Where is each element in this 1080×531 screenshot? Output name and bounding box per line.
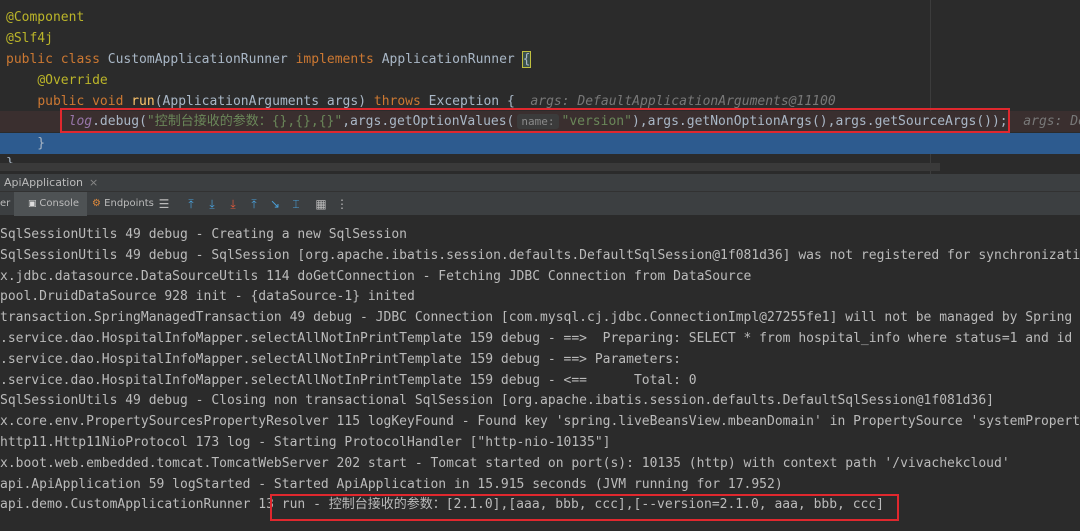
code-line-7[interactable]: }	[0, 133, 1080, 154]
show-execution-point-icon[interactable]: ⤒	[184, 197, 198, 211]
run-tab-label: ApiApplication	[4, 176, 84, 189]
console-line: api.demo.CustomApplicationRunner 13 run …	[0, 497, 885, 513]
run-tab-apiapplication[interactable]: ApiApplication ×	[0, 174, 98, 192]
editor-horizontal-scrollbar[interactable]	[0, 163, 940, 171]
tab-console[interactable]: ▣ Console	[14, 192, 88, 216]
console-line: .service.dao.HospitalInfoMapper.selectAl…	[0, 331, 1080, 346]
code-token: (ApplicationArguments args)	[154, 94, 374, 109]
code-line-1[interactable]: @Component	[0, 7, 1080, 28]
console-line: x.core.env.PropertySourcesPropertyResolv…	[0, 414, 1080, 430]
tab-debugger-label: er	[0, 198, 11, 209]
code-token: "控制台接收的参数：{},{},{}"	[146, 114, 343, 129]
code-token: }	[6, 136, 46, 151]
console-line: x.jdbc.datasource.DataSourceUtils 114 do…	[0, 268, 752, 284]
endpoints-icon: ⚙	[92, 198, 105, 209]
step-over-icon[interactable]: ⤓	[205, 197, 219, 211]
console-line: SqlSessionUtils 49 debug - SqlSession [o…	[0, 247, 1080, 263]
console-output[interactable]: SqlSessionUtils 49 debug - Creating a ne…	[0, 217, 1080, 531]
code-token: Exception {	[428, 94, 531, 109]
tab-endpoints-label: Endpoints	[104, 198, 154, 209]
console-line: pool.DruidDataSource 928 init - {dataSou…	[0, 289, 415, 305]
tab-console-label: Console	[39, 198, 80, 209]
evaluate-expression-icon[interactable]: ⌶	[289, 197, 303, 211]
close-icon[interactable]: ×	[89, 176, 98, 189]
code-token: @Slf4j	[6, 31, 53, 46]
tab-debugger[interactable]: er	[0, 192, 10, 216]
code-token: public void	[37, 94, 132, 109]
code-token: args: DefaultApplicationArguments@11100	[530, 94, 836, 109]
console-line: SqlSessionUtils 49 debug - Closing non t…	[0, 393, 994, 409]
code-token: name:	[517, 114, 559, 129]
step-into-icon[interactable]: ⤓	[226, 197, 240, 211]
step-out-icon[interactable]: ⤒	[247, 197, 261, 211]
run-panel-header: ApiApplication ×	[0, 174, 1080, 192]
code-line-6[interactable]: log.debug("控制台接收的参数：{},{},{}",args.getOp…	[0, 111, 1080, 132]
code-token: ApplicationRunner	[381, 52, 523, 67]
run-toolbar: er ▣ Console ⚙ Endpoints ☰ ⤒ ⤓ ⤓ ⤒ ↘ ⌶ ▦…	[0, 192, 1080, 216]
more-options-icon[interactable]: ⋮	[335, 197, 349, 211]
code-token: ,args.getOptionValues(	[342, 114, 515, 129]
code-token: public class	[6, 52, 108, 67]
code-token: @Component	[6, 10, 85, 25]
code-line-2[interactable]: @Slf4j	[0, 28, 1080, 49]
code-token: implements	[295, 52, 382, 67]
code-token: run	[131, 94, 155, 109]
code-token: .debug(	[92, 114, 147, 129]
console-line: .service.dao.HospitalInfoMapper.selectAl…	[0, 351, 681, 367]
console-line: transaction.SpringManagedTransaction 49 …	[0, 310, 1073, 326]
menu-icon[interactable]: ☰	[157, 197, 171, 211]
code-token: throws	[373, 94, 429, 109]
console-line: .service.dao.HospitalInfoMapper.selectAl…	[0, 372, 697, 388]
code-token: "version"	[561, 114, 632, 129]
code-line-4[interactable]: @Override	[0, 70, 1080, 91]
code-token: @Override	[37, 73, 108, 88]
code-token: args: Defa	[1023, 114, 1080, 129]
code-line-3[interactable]: public class CustomApplicationRunner imp…	[0, 49, 1080, 70]
console-icon: ▣	[28, 199, 40, 209]
console-line: api.ApiApplication 59 logStarted - Start…	[0, 476, 783, 492]
code-token: ),args.getNonOptionArgs(),args.getSource…	[631, 114, 1024, 129]
table-view-icon[interactable]: ▦	[314, 197, 328, 211]
code-token: CustomApplicationRunner	[107, 52, 296, 67]
code-token: log	[68, 114, 93, 129]
console-line: x.boot.web.embedded.tomcat.TomcatWebServ…	[0, 455, 1010, 471]
console-line: http11.Http11NioProtocol 173 log - Start…	[0, 435, 611, 450]
code-line-5[interactable]: public void run(ApplicationArguments arg…	[0, 91, 1080, 112]
run-to-cursor-icon[interactable]: ↘	[268, 197, 282, 211]
tab-endpoints[interactable]: ⚙ Endpoints	[92, 192, 154, 216]
code-token: {	[521, 51, 532, 68]
code-editor[interactable]: @Component @Slf4j public class CustomAppli…	[0, 0, 1080, 174]
console-line: SqlSessionUtils 49 debug - Creating a ne…	[0, 227, 407, 242]
